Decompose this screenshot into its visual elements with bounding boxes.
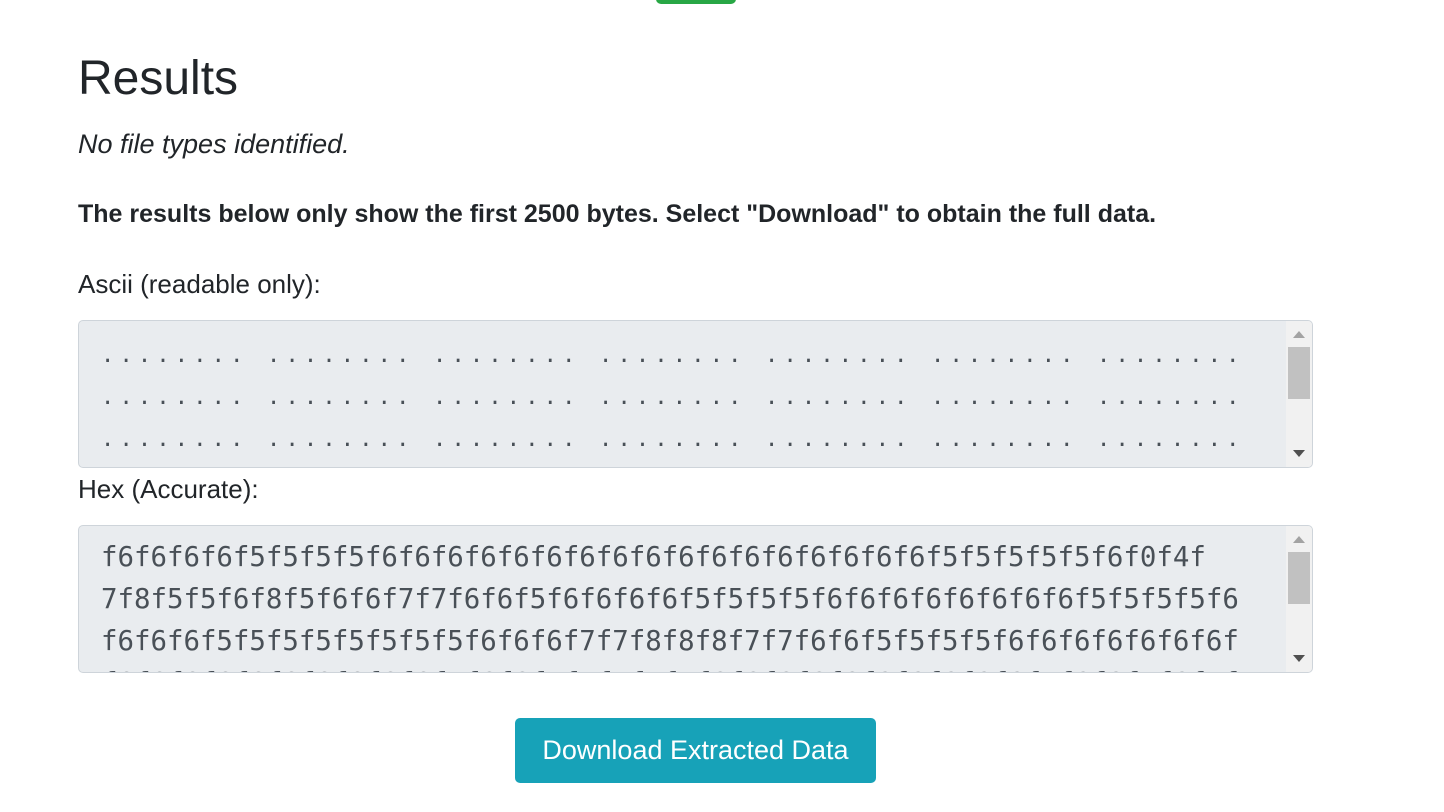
hex-output-box[interactable]: f6f6f6f6f5f5f5f5f6f6f6f6f6f6f6f6f6f6f6f6…: [78, 525, 1313, 673]
hex-scrollbar[interactable]: [1286, 526, 1312, 672]
scroll-up-arrow-icon[interactable]: [1293, 331, 1305, 338]
scroll-down-arrow-icon[interactable]: [1293, 450, 1305, 457]
scroll-up-arrow-icon[interactable]: [1293, 536, 1305, 543]
ascii-scroll-thumb[interactable]: [1288, 347, 1310, 399]
hex-label: Hex (Accurate):: [78, 474, 259, 504]
download-notice: The results below only show the first 25…: [78, 200, 1157, 228]
scroll-down-arrow-icon[interactable]: [1293, 655, 1305, 662]
top-action-button[interactable]: [656, 0, 736, 4]
hex-output-text[interactable]: f6f6f6f6f5f5f5f5f6f6f6f6f6f6f6f6f6f6f6f6…: [101, 537, 1281, 672]
ascii-output-box[interactable]: ........ ........ ........ ........ ....…: [78, 320, 1313, 468]
ascii-label: Ascii (readable only):: [78, 269, 321, 299]
download-extracted-data-button[interactable]: Download Extracted Data: [515, 718, 876, 783]
hex-scroll-thumb[interactable]: [1288, 552, 1310, 604]
page-title: Results: [78, 52, 239, 105]
no-file-types-message: No file types identified.: [78, 129, 350, 159]
ascii-scrollbar[interactable]: [1286, 321, 1312, 467]
ascii-output-text[interactable]: ........ ........ ........ ........ ....…: [101, 335, 1281, 467]
